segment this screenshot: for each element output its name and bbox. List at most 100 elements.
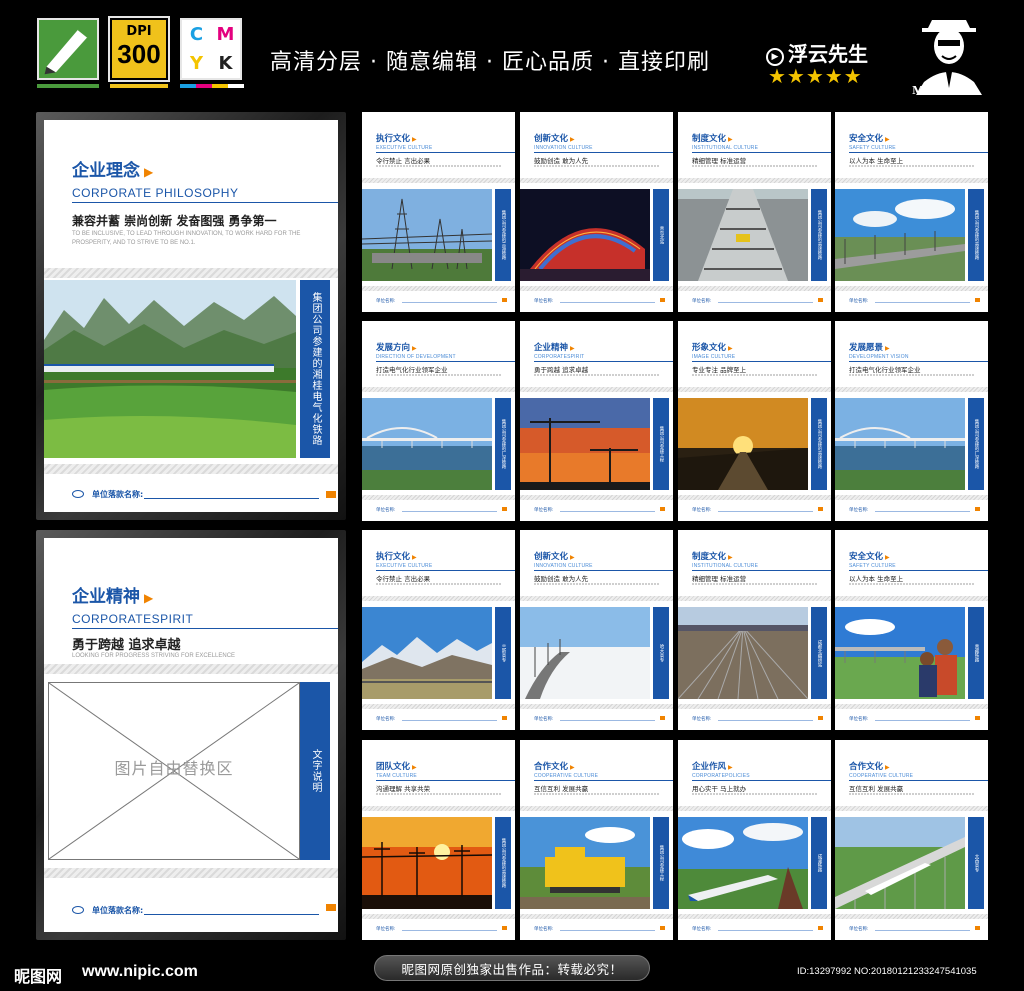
card-footer-label: 单位名称: <box>376 299 396 304</box>
poster-card[interactable]: 团队文化 ▶ TEAM CULTURE 沟通理解 共享共荣 集团公司参建的高速铁路 单位名… <box>362 740 515 940</box>
card-footer-label: 单位名称: <box>692 717 712 722</box>
card-photo-machine <box>520 817 650 909</box>
hatched-band <box>44 664 338 674</box>
poster-card[interactable]: 执行文化 ▶ EXECUTIVE CULTURE 令行禁止 言出必果 兰新高专 单位名称: <box>362 530 515 730</box>
poster-card[interactable]: 企业作风 ▶ CORPORATEPOLICIES 用心实干 马上就办 成灌铁路 单位名称: <box>678 740 831 940</box>
poster-card[interactable]: 创新文化 ▶ INNOVATION CULTURE 鼓励创造 敢为人先 哈大高专 单位名称… <box>520 530 673 730</box>
poster-card[interactable]: 形象文化 ▶ IMAGE CULTURE 专业专注 品牌至上 集团公司参建的高速铁路 单位… <box>678 321 831 521</box>
board-side-caption: 文字说明 <box>300 682 330 860</box>
card-rule <box>376 780 515 781</box>
poster-card[interactable]: 制度文化 ▶ INSTITUTIONAL CULTURE 精细管理 标准运营 集团公司参… <box>678 112 831 312</box>
card-title: 形象文化 ▶ <box>692 341 733 353</box>
card-fine-print <box>692 165 817 167</box>
arrow-right-icon: ▶ <box>412 136 417 143</box>
hatched-band <box>44 868 338 878</box>
poster-card[interactable]: 创新文化 ▶ INNOVATION CULTURE 鼓励创造 敢为人先 青岛北站 单位名称… <box>520 112 673 312</box>
card-rule <box>849 570 988 571</box>
card-fine-print <box>376 374 501 376</box>
card-title: 安全文化 ▶ <box>849 132 890 144</box>
footer-line <box>560 511 655 512</box>
hatched-band <box>678 704 831 709</box>
card-photo-mountains <box>362 607 492 699</box>
hatched-band <box>835 387 988 392</box>
card-rule <box>534 570 673 571</box>
card-side-caption: 集团公司参建工程 <box>653 398 669 490</box>
card-side-text: 青岛北站 <box>659 226 664 244</box>
footer-accent <box>660 926 665 930</box>
card-rule <box>376 361 515 362</box>
card-slogan: 用心实干 马上就办 <box>692 785 747 793</box>
poster-card[interactable]: 执行文化 ▶ EXECUTIVE CULTURE 令行禁止 言出必果 集团公司参建的兰渝… <box>362 112 515 312</box>
board-corporate-philosophy: 企业理念 ▶ CORPORATE PHILOSOPHY 兼容并蓄 崇尚创新 发奋图… <box>36 112 346 520</box>
poster-card[interactable]: 安全文化 ▶ SAFETY CULTURE 以人为本 生命至上 集团公司参建的高速铁路单… <box>835 112 988 312</box>
footer-accent <box>502 298 507 302</box>
watermark-footer: 昵图网 www.nipic.com 昵图网原创独家出售作品：转载必究！ ID:1… <box>0 950 1024 991</box>
card-title-en: SAFETY CULTURE <box>849 145 896 151</box>
card-slogan: 专业专注 品牌至上 <box>692 366 747 374</box>
hatched-band <box>678 286 831 291</box>
card-slogan: 互信互利 发展共赢 <box>534 785 589 793</box>
card-fine-print <box>849 374 974 376</box>
card-title-text: 形象文化 <box>692 343 727 353</box>
board-sub-en: TO BE INCLUSIVE, TO LEAD THROUGH INNOVAT… <box>72 231 301 246</box>
cmyk-underline-k <box>228 84 244 88</box>
card-photo-substation <box>362 189 492 281</box>
footer-line <box>144 498 319 499</box>
card-photo-sunset-poles <box>362 817 492 909</box>
board-sub-en: LOOKING FOR PROGRESS STRIVING FOR EXCELL… <box>72 653 236 659</box>
hatched-band <box>835 806 988 811</box>
card-fine-print <box>849 165 974 167</box>
image-id: ID:13297992 NO:20180121233247541035 <box>797 966 977 977</box>
card-title-text: 安全文化 <box>849 134 884 144</box>
card-side-caption: 集团公司参建的高速铁路 <box>495 817 511 909</box>
poster-card[interactable]: 发展愿景 ▶ DEVELOPMENT VISION 打造电气化行业领军企业 集团公司参建… <box>835 321 988 521</box>
arrow-right-icon: ▶ <box>728 136 733 143</box>
card-side-caption: 集团公司参建的兰渝铁路 <box>495 189 511 281</box>
card-fine-print <box>534 793 659 795</box>
arrow-right-icon: ▶ <box>570 764 575 771</box>
card-footer-label: 单位名称: <box>534 299 554 304</box>
cmyk-underline-y <box>212 84 228 88</box>
logo-underline <box>37 84 99 88</box>
footer-accent <box>818 716 823 720</box>
hatched-band <box>520 914 673 919</box>
card-title-text: 制度文化 <box>692 552 727 562</box>
card-photo-crane-sunset <box>520 398 650 490</box>
card-title-en: COOPERATIVE CULTURE <box>534 773 599 779</box>
hatched-band <box>835 704 988 709</box>
card-title-en: INSTITUTIONAL CULTURE <box>692 145 759 151</box>
card-title-text: 企业精神 <box>534 343 569 353</box>
card-title: 发展愿景 ▶ <box>849 341 890 353</box>
card-footer-label: 单位名称: <box>849 927 869 932</box>
card-side-caption: 成灌铁路 <box>811 817 827 909</box>
poster-card[interactable]: 安全文化 ▶ SAFETY CULTURE 以人为本 生命至上 青藏铁路 单位名称: <box>835 530 988 730</box>
image-placeholder[interactable]: 图片自由替换区 <box>48 682 300 860</box>
poster-card[interactable]: 发展方向 ▶ DIRECTION OF DEVELOPMENT 打造电气化行业领军企业… <box>362 321 515 521</box>
poster-card[interactable]: 制度文化 ▶ INSTITUTIONAL CULTURE 精细管理 标准运营 成都北编组… <box>678 530 831 730</box>
card-rule <box>534 361 673 362</box>
arrow-right-icon: ▶ <box>570 345 575 352</box>
card-footer-label: 单位名称: <box>692 927 712 932</box>
card-title: 合作文化 ▶ <box>534 760 575 772</box>
hatched-band <box>362 178 515 183</box>
card-side-text: 集团公司参建的兰渝铁路 <box>501 210 506 260</box>
card-rule <box>692 570 831 571</box>
poster-card[interactable]: 合作文化 ▶ COOPERATIVE CULTURE 互信互利 发展共赢 集团公司参建工… <box>520 740 673 940</box>
board-side-text: 文字说明 <box>310 749 321 793</box>
arrow-right-icon: ▶ <box>144 165 154 179</box>
board-slogan: 兼容并蓄 崇尚创新 发奋图强 勇争第一 <box>72 214 277 228</box>
card-side-text: 集团公司参建的高速铁路 <box>817 419 822 469</box>
site-url[interactable]: www.nipic.com <box>82 963 198 981</box>
card-title-en: DIRECTION OF DEVELOPMENT <box>376 354 456 360</box>
card-fine-print <box>692 374 817 376</box>
board-inner: 企业理念 ▶ CORPORATE PHILOSOPHY 兼容并蓄 崇尚创新 发奋图… <box>44 120 338 512</box>
poster-card[interactable]: 合作文化 ▶ COOPERATIVE CULTURE 互信互利 发展共赢 大西高专 单位名… <box>835 740 988 940</box>
card-slogan: 打造电气化行业领军企业 <box>849 366 921 374</box>
hatched-band <box>520 495 673 500</box>
poster-card[interactable]: 企业精神 ▶ CORPORATESPIRIT 勇于跨越 追求卓越 集团公司参建工程 单位名… <box>520 321 673 521</box>
footer-accent <box>502 716 507 720</box>
board-footer-label: 单位落款名称: <box>92 906 144 915</box>
arrow-right-icon: ▶ <box>885 136 890 143</box>
card-photo-bridge <box>362 398 492 490</box>
hatched-band <box>362 704 515 709</box>
